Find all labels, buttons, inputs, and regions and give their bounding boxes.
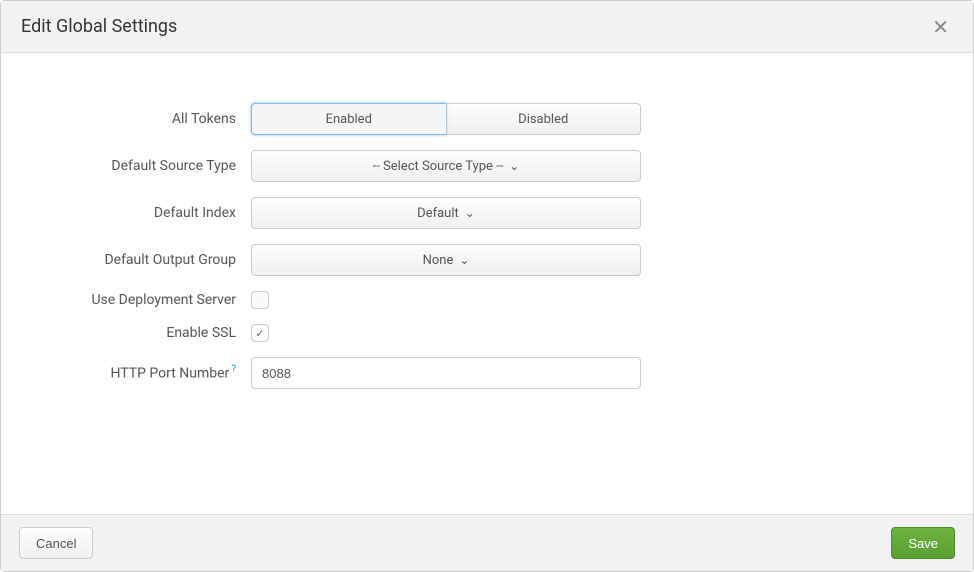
cancel-button[interactable]: Cancel xyxy=(19,527,93,559)
chevron-down-icon: ⌄ xyxy=(509,160,519,172)
select-default-index[interactable]: Default ⌄ xyxy=(251,197,641,229)
row-default-output-group: Default Output Group None ⌄ xyxy=(21,244,953,276)
toggle-enabled[interactable]: Enabled xyxy=(251,103,446,135)
row-enable-ssl: Enable SSL ✓ xyxy=(21,324,953,342)
modal-header: Edit Global Settings ✕ xyxy=(1,1,973,53)
label-enable-ssl: Enable SSL xyxy=(21,325,251,341)
toggle-disabled[interactable]: Disabled xyxy=(446,103,642,135)
select-default-output-group[interactable]: None ⌄ xyxy=(251,244,641,276)
select-default-source-type[interactable]: -- Select Source Type -- ⌄ xyxy=(251,150,641,182)
help-icon[interactable]: ? xyxy=(231,364,236,375)
row-http-port: HTTP Port Number? xyxy=(21,357,953,389)
checkbox-enable-ssl[interactable]: ✓ xyxy=(251,324,269,342)
chevron-down-icon: ⌄ xyxy=(459,254,469,266)
label-default-source-type: Default Source Type xyxy=(21,158,251,174)
chevron-down-icon: ⌄ xyxy=(465,207,475,219)
modal-body: All Tokens Enabled Disabled Default Sour… xyxy=(1,53,973,514)
row-all-tokens: All Tokens Enabled Disabled xyxy=(21,103,953,135)
modal-footer: Cancel Save xyxy=(1,514,973,571)
label-http-port: HTTP Port Number? xyxy=(21,364,251,382)
toggle-all-tokens: Enabled Disabled xyxy=(251,103,641,135)
row-use-deployment-server: Use Deployment Server xyxy=(21,291,953,309)
select-value: None xyxy=(423,253,454,268)
select-value: -- Select Source Type -- xyxy=(373,159,504,174)
label-all-tokens: All Tokens xyxy=(21,111,251,127)
row-default-index: Default Index Default ⌄ xyxy=(21,197,953,229)
close-icon[interactable]: ✕ xyxy=(928,17,953,37)
save-button[interactable]: Save xyxy=(891,527,955,559)
label-default-output-group: Default Output Group xyxy=(21,252,251,268)
http-port-input[interactable] xyxy=(251,357,641,389)
modal-title: Edit Global Settings xyxy=(21,16,177,37)
modal-dialog: Edit Global Settings ✕ All Tokens Enable… xyxy=(0,0,974,572)
label-default-index: Default Index xyxy=(21,205,251,221)
select-value: Default xyxy=(417,206,459,221)
label-http-port-text: HTTP Port Number xyxy=(110,366,229,382)
label-use-deployment-server: Use Deployment Server xyxy=(21,292,251,308)
checkbox-use-deployment-server[interactable] xyxy=(251,291,269,309)
row-default-source-type: Default Source Type -- Select Source Typ… xyxy=(21,150,953,182)
